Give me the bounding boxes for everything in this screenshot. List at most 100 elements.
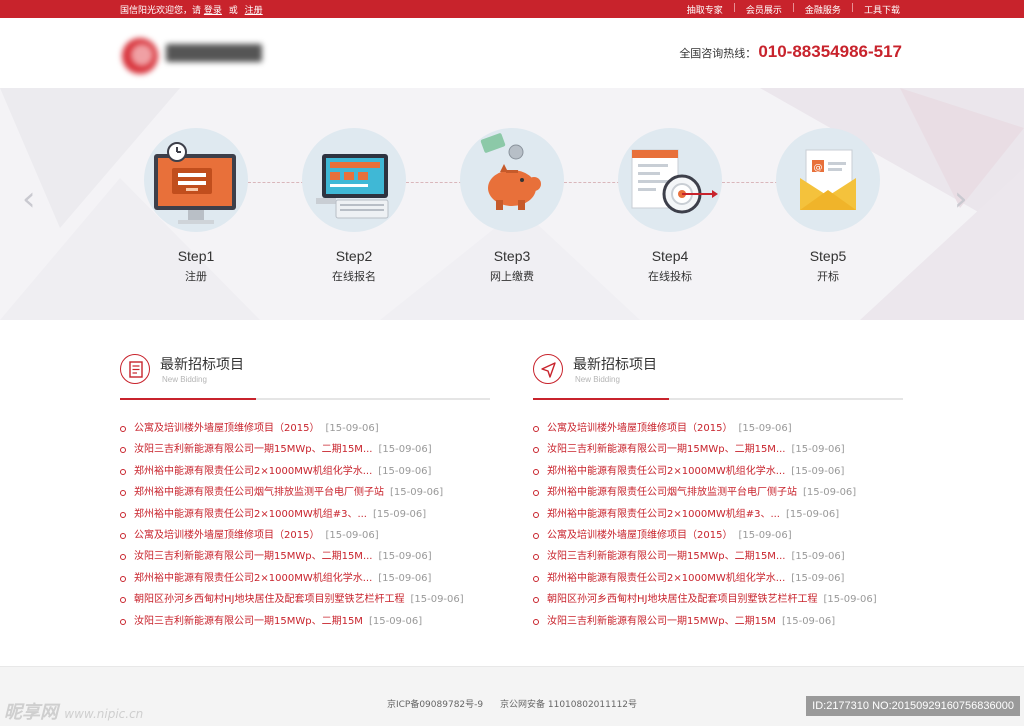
item-title[interactable]: 公寓及培训楼外墙屋顶维修项目（2015） xyxy=(134,423,319,434)
step-label: 在线报名 xyxy=(332,270,376,283)
list-item[interactable]: 汝阳三吉利新能源有限公司一期15MWp、二期15M... [15-09-06] xyxy=(533,546,903,567)
security-number: 京公网安备 11010802011112号 xyxy=(500,700,638,710)
list-item[interactable]: 朝阳区孙河乡西甸村HJ地块居住及配套项目别墅铁艺栏杆工程 [15-09-06] xyxy=(533,589,903,610)
item-date: [15-09-06] xyxy=(378,551,432,563)
item-date: [15-09-06] xyxy=(781,615,836,627)
item-title[interactable]: 汝阳三吉利新能源有限公司一期15MWp、二期15M... xyxy=(547,551,785,562)
list-item[interactable]: 郑州裕中能源有限责任公司2×1000MW机组化学水... [15-09-06] xyxy=(120,461,490,482)
item-title[interactable]: 郑州裕中能源有限责任公司烟气排放监测平台电厂侧子站 xyxy=(547,487,797,498)
list-header: 最新招标项目 New Bidding xyxy=(120,350,490,400)
list-item[interactable]: 汝阳三吉利新能源有限公司一期15MWp、二期15M [15-09-06] xyxy=(120,611,490,632)
item-title[interactable]: 朝阳区孙河乡西甸村HJ地块居住及配套项目别墅铁艺栏杆工程 xyxy=(547,594,817,605)
bullet-icon xyxy=(120,511,126,518)
watermark-brand: 昵享网 www.nipic.cn xyxy=(4,698,143,724)
computer-login-icon xyxy=(144,128,248,232)
bidding-list-right: 最新招标项目 New Bidding 公寓及培训楼外墙屋顶维修项目（2015） [… xyxy=(533,350,903,632)
bullet-icon xyxy=(120,618,126,625)
item-title[interactable]: 汝阳三吉利新能源有限公司一期15MWp、二期15M xyxy=(134,616,363,627)
item-date: [15-09-06] xyxy=(378,465,432,477)
item-title[interactable]: 汝阳三吉利新能源有限公司一期15MWp、二期15M xyxy=(547,616,776,627)
navigation-arrow-icon xyxy=(533,354,563,384)
item-date: [15-09-06] xyxy=(325,529,379,541)
list-item[interactable]: 公寓及培训楼外墙屋顶维修项目（2015） [15-09-06] xyxy=(533,418,903,439)
top-link-finance[interactable]: 金融服务 xyxy=(805,3,841,16)
step-2[interactable]: Step2 在线报名 xyxy=(302,128,406,284)
top-link-members[interactable]: 会员展示 xyxy=(746,3,782,16)
item-title[interactable]: 公寓及培训楼外墙屋顶维修项目（2015） xyxy=(547,530,732,541)
item-title[interactable]: 郑州裕中能源有限责任公司烟气排放监测平台电厂侧子站 xyxy=(134,487,384,498)
item-title[interactable]: 郑州裕中能源有限责任公司2×1000MW机组化学水... xyxy=(547,466,785,477)
item-title[interactable]: 郑州裕中能源有限责任公司2×1000MW机组#3、... xyxy=(547,509,780,520)
bullet-icon xyxy=(533,426,539,432)
watermark-id: ID:2177310 NO:20150929160756836000 xyxy=(806,696,1020,716)
step-5[interactable]: @ Step5 开标 xyxy=(776,128,880,284)
logo-mark-icon xyxy=(122,38,158,74)
list-item[interactable]: 郑州裕中能源有限责任公司烟气排放监测平台电厂侧子站 [15-09-06] xyxy=(120,482,490,503)
item-title[interactable]: 汝阳三吉利新能源有限公司一期15MWp、二期15M... xyxy=(547,444,785,455)
list-item[interactable]: 公寓及培训楼外墙屋顶维修项目（2015） [15-09-06] xyxy=(533,525,903,546)
item-title[interactable]: 郑州裕中能源有限责任公司2×1000MW机组#3、... xyxy=(134,509,367,520)
list-item[interactable]: 郑州裕中能源有限责任公司2×1000MW机组#3、... [15-09-06] xyxy=(120,504,490,525)
bullet-icon xyxy=(533,597,539,604)
bullet-icon xyxy=(533,618,539,625)
list-item[interactable]: 公寓及培训楼外墙屋顶维修项目（2015） [15-09-06] xyxy=(120,525,490,546)
item-title[interactable]: 郑州裕中能源有限责任公司2×1000MW机组化学水... xyxy=(547,573,785,584)
item-date: [15-09-06] xyxy=(738,529,792,541)
step-title: Step4 xyxy=(651,248,689,264)
list-title: 最新招标项目 xyxy=(573,357,657,373)
item-title[interactable]: 郑州裕中能源有限责任公司2×1000MW机组化学水... xyxy=(134,466,372,477)
item-date: [15-09-06] xyxy=(785,508,840,520)
step-3[interactable]: Step3 网上缴费 xyxy=(460,128,564,284)
step-label: 在线投标 xyxy=(648,270,692,283)
list-item[interactable]: 郑州裕中能源有限责任公司2×1000MW机组化学水... [15-09-06] xyxy=(533,461,903,482)
bullet-icon xyxy=(533,554,539,561)
list-item[interactable]: 汝阳三吉利新能源有限公司一期15MWp、二期15M [15-09-06] xyxy=(533,611,903,632)
item-date: [15-09-06] xyxy=(372,508,427,520)
list-item[interactable]: 郑州裕中能源有限责任公司2×1000MW机组化学水... [15-09-06] xyxy=(120,568,490,589)
item-title[interactable]: 朝阳区孙河乡西甸村HJ地块居住及配套项目别墅铁艺栏杆工程 xyxy=(134,594,404,605)
item-title[interactable]: 公寓及培训楼外墙屋顶维修项目（2015） xyxy=(547,423,732,434)
step-label: 开标 xyxy=(817,270,839,283)
list-item[interactable]: 朝阳区孙河乡西甸村HJ地块居住及配套项目别墅铁艺栏杆工程 [15-09-06] xyxy=(120,589,490,610)
register-link[interactable]: 注册 xyxy=(245,6,263,16)
svg-text:@: @ xyxy=(814,163,823,173)
item-title[interactable]: 郑州裕中能源有限责任公司2×1000MW机组化学水... xyxy=(134,573,372,584)
list-item[interactable]: 郑州裕中能源有限责任公司烟气排放监测平台电厂侧子站 [15-09-06] xyxy=(533,482,903,503)
list-item[interactable]: 汝阳三吉利新能源有限公司一期15MWp、二期15M... [15-09-06] xyxy=(533,439,903,460)
carousel-prev-icon[interactable]: ‹ xyxy=(22,182,42,216)
item-title[interactable]: 汝阳三吉利新能源有限公司一期15MWp、二期15M... xyxy=(134,551,372,562)
item-date: [15-09-06] xyxy=(738,423,792,434)
carousel-next-icon[interactable]: › xyxy=(954,182,974,216)
top-link-experts[interactable]: 抽取专家 xyxy=(687,3,723,16)
item-date: [15-09-06] xyxy=(791,444,845,456)
item-date: [15-09-06] xyxy=(791,465,845,477)
divider: | xyxy=(732,3,736,13)
top-link-tools[interactable]: 工具下载 xyxy=(864,3,900,16)
list-item[interactable]: 汝阳三吉利新能源有限公司一期15MWp、二期15M... [15-09-06] xyxy=(120,439,490,460)
list-item[interactable]: 郑州裕中能源有限责任公司2×1000MW机组#3、... [15-09-06] xyxy=(533,504,903,525)
step-4[interactable]: Step4 在线投标 xyxy=(618,128,722,284)
site-logo[interactable] xyxy=(122,32,267,76)
item-date: [15-09-06] xyxy=(803,487,857,499)
list-subtitle: New Bidding xyxy=(575,375,620,384)
list-item[interactable]: 公寓及培训楼外墙屋顶维修项目（2015） [15-09-06] xyxy=(120,418,490,439)
step-label: 注册 xyxy=(185,270,207,283)
item-title[interactable]: 公寓及培训楼外墙屋顶维修项目（2015） xyxy=(134,530,319,541)
bidding-items: 公寓及培训楼外墙屋顶维修项目（2015） [15-09-06] 汝阳三吉利新能源有… xyxy=(533,418,903,632)
divider: | xyxy=(850,3,854,13)
item-date: [15-09-06] xyxy=(368,615,423,627)
piggy-bank-icon xyxy=(460,128,564,232)
hotline-number: 010-88354986-517 xyxy=(758,42,902,61)
bullet-icon xyxy=(120,490,126,497)
bullet-icon xyxy=(533,532,539,539)
step-label: 网上缴费 xyxy=(490,270,534,283)
item-title[interactable]: 汝阳三吉利新能源有限公司一期15MWp、二期15M... xyxy=(134,444,372,455)
step-1[interactable]: Step1 注册 xyxy=(144,128,248,284)
bullet-icon xyxy=(120,597,126,604)
list-subtitle: New Bidding xyxy=(162,375,207,384)
step-title: Step2 xyxy=(335,248,373,264)
list-item[interactable]: 郑州裕中能源有限责任公司2×1000MW机组化学水... [15-09-06] xyxy=(533,568,903,589)
list-item[interactable]: 汝阳三吉利新能源有限公司一期15MWp、二期15M... [15-09-06] xyxy=(120,546,490,567)
item-date: [15-09-06] xyxy=(390,487,444,499)
login-link[interactable]: 登录 xyxy=(204,6,222,16)
